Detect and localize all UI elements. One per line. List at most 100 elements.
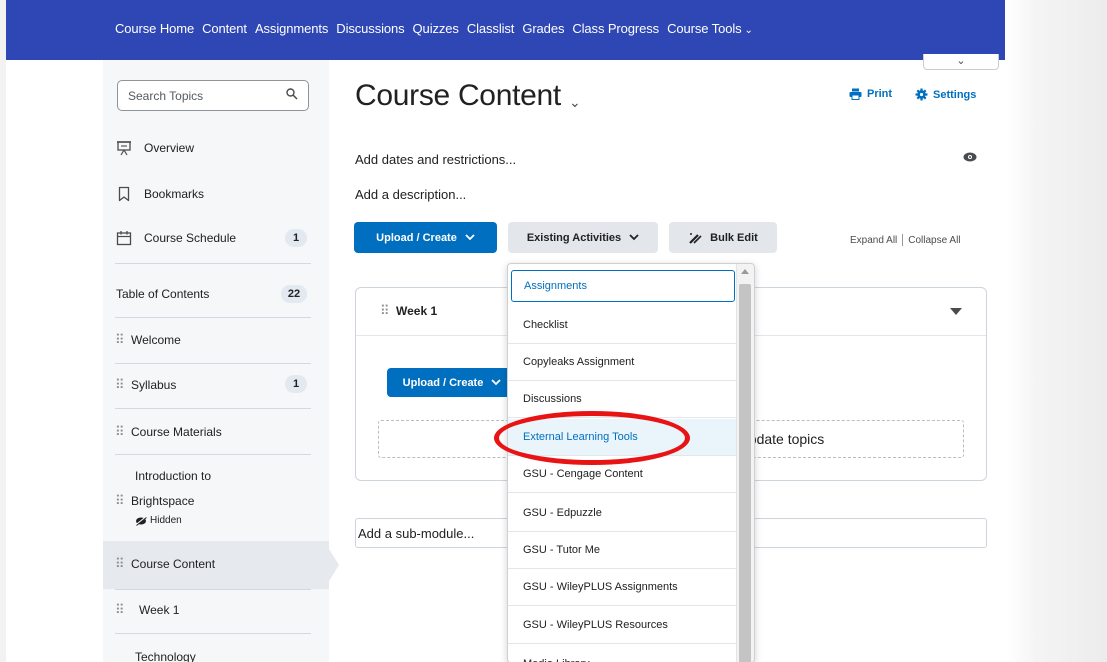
content-sidebar: Search Topics Overview Bookmarks Course … bbox=[103, 60, 339, 662]
sidebar-overview[interactable]: Overview bbox=[116, 140, 194, 156]
week-upload-create-button[interactable]: Upload / Create bbox=[387, 368, 517, 397]
toc-module-intro-line1[interactable]: Introduction to bbox=[135, 469, 211, 483]
divider bbox=[115, 454, 311, 455]
menu-item-media-library[interactable]: Media Library bbox=[508, 646, 736, 662]
toc-module-technology[interactable]: Technology bbox=[135, 650, 196, 662]
toc-count-badge: 22 bbox=[281, 285, 307, 303]
toc-module-syllabus[interactable]: ⠿ Syllabus bbox=[115, 377, 176, 393]
divider bbox=[902, 234, 904, 246]
nav-content[interactable]: Content bbox=[202, 21, 247, 36]
collapse-icon[interactable] bbox=[950, 308, 962, 315]
menu-item-copyleaks-assignment[interactable]: Copyleaks Assignment bbox=[508, 344, 736, 381]
menu-item-checklist[interactable]: Checklist bbox=[508, 307, 736, 344]
toc-module-label: Week 1 bbox=[139, 603, 180, 617]
drag-handle-icon[interactable]: ⠿ bbox=[115, 377, 125, 393]
nav-grades[interactable]: Grades bbox=[522, 21, 564, 36]
existing-activities-menu: Assignments Checklist Copyleaks Assignme… bbox=[507, 263, 755, 662]
menu-scrollbar[interactable] bbox=[736, 264, 754, 662]
window-edge-left bbox=[0, 0, 6, 662]
pencil-icon bbox=[689, 232, 702, 244]
menu-item-discussions[interactable]: Discussions bbox=[508, 381, 736, 418]
printer-icon bbox=[849, 88, 862, 100]
drag-handle-icon[interactable]: ⠿ bbox=[115, 332, 125, 348]
window-edge bbox=[1007, 0, 1107, 662]
expand-collapse-links: Expand All Collapse All bbox=[850, 234, 961, 246]
add-sub-module-placeholder: Add a sub-module... bbox=[358, 526, 475, 541]
menu-item-gsu-wileyplus-resources[interactable]: GSU - WileyPLUS Resources bbox=[508, 607, 736, 644]
table-of-contents-label[interactable]: Table of Contents bbox=[116, 287, 209, 301]
toc-module-course-content[interactable]: ⠿ Course Content bbox=[115, 556, 215, 572]
settings-button[interactable]: Settings bbox=[915, 88, 976, 101]
existing-activities-button[interactable]: Existing Activities bbox=[508, 222, 658, 253]
sidebar-bookmarks-label: Bookmarks bbox=[144, 187, 205, 201]
toc-module-week-1[interactable]: ⠿ Week 1 bbox=[115, 602, 179, 618]
toc-module-label: Course Content bbox=[131, 557, 216, 571]
sidebar-bookmarks[interactable]: Bookmarks bbox=[116, 186, 204, 202]
add-description-link[interactable]: Add a description... bbox=[355, 187, 466, 202]
bulk-edit-label: Bulk Edit bbox=[710, 231, 758, 244]
toc-module-course-materials[interactable]: ⠿ Course Materials bbox=[115, 424, 222, 440]
sidebar-overview-label: Overview bbox=[144, 141, 195, 155]
upload-create-label: Upload / Create bbox=[376, 231, 457, 244]
nav-classlist[interactable]: Classlist bbox=[467, 21, 515, 36]
menu-item-assignments[interactable]: Assignments bbox=[511, 270, 735, 302]
drag-handle-icon[interactable]: ⠿ bbox=[115, 493, 125, 509]
search-topics-input[interactable]: Search Topics bbox=[117, 80, 309, 111]
collapse-all-link[interactable]: Collapse All bbox=[908, 235, 960, 246]
chevron-down-icon bbox=[629, 234, 639, 241]
upload-create-label: Upload / Create bbox=[402, 376, 484, 389]
print-button[interactable]: Print bbox=[849, 88, 892, 100]
add-dates-restrictions-link[interactable]: Add dates and restrictions... bbox=[355, 152, 516, 167]
bookmark-icon bbox=[118, 186, 130, 202]
chevron-down-icon bbox=[491, 379, 501, 386]
bulk-edit-button[interactable]: Bulk Edit bbox=[669, 222, 777, 253]
scroll-up-icon[interactable] bbox=[741, 269, 749, 274]
drag-handle-icon[interactable]: ⠿ bbox=[115, 556, 125, 572]
menu-item-gsu-wileyplus-assignments[interactable]: GSU - WileyPLUS Assignments bbox=[508, 569, 736, 606]
presentation-icon bbox=[117, 141, 131, 156]
menu-scrollbar-thumb[interactable] bbox=[739, 284, 751, 662]
chevron-down-icon: ⌄ bbox=[744, 25, 753, 36]
eye-slash-icon bbox=[135, 515, 147, 526]
toc-module-label: Syllabus bbox=[131, 378, 177, 392]
toc-module-label: Brightspace bbox=[131, 494, 195, 508]
chevron-down-icon[interactable]: ⌄ bbox=[569, 94, 581, 111]
print-label: Print bbox=[867, 88, 893, 100]
nav-assignments[interactable]: Assignments bbox=[255, 21, 328, 36]
divider bbox=[115, 317, 311, 318]
nav-course-tools-label: Course Tools bbox=[667, 21, 742, 36]
course-nav-items: Course Home Content Assignments Discussi… bbox=[115, 21, 753, 36]
drag-handle-icon[interactable]: ⠿ bbox=[115, 424, 125, 440]
toc-module-welcome[interactable]: ⠿ Welcome bbox=[115, 332, 181, 348]
nav-course-tools[interactable]: Course Tools ⌄ bbox=[667, 21, 753, 36]
eye-icon[interactable] bbox=[963, 152, 977, 162]
divider bbox=[115, 589, 311, 590]
nav-course-home[interactable]: Course Home bbox=[115, 21, 194, 36]
nav-discussions[interactable]: Discussions bbox=[336, 21, 404, 36]
menu-item-gsu-cengage-content[interactable]: GSU - Cengage Content bbox=[508, 456, 736, 493]
sidebar-course-schedule-label: Course Schedule bbox=[144, 231, 237, 245]
nav-quizzes[interactable]: Quizzes bbox=[413, 21, 459, 36]
menu-item-external-learning-tools[interactable]: External Learning Tools bbox=[508, 419, 736, 456]
drag-handle-icon[interactable]: ⠿ bbox=[380, 303, 389, 319]
menu-item-gsu-edpuzzle[interactable]: GSU - Edpuzzle bbox=[508, 495, 736, 532]
toc-module-label: Welcome bbox=[131, 333, 181, 347]
menu-item-gsu-tutor-me[interactable]: GSU - Tutor Me bbox=[508, 532, 736, 569]
existing-activities-label: Existing Activities bbox=[526, 231, 622, 244]
week-1-title: Week 1 bbox=[396, 304, 438, 318]
course-navbar: Course Home Content Assignments Discussi… bbox=[0, 0, 1005, 60]
nav-class-progress[interactable]: Class Progress bbox=[572, 21, 659, 36]
drag-handle-icon[interactable]: ⠿ bbox=[115, 602, 125, 618]
browser-window: Course Home Content Assignments Discussi… bbox=[0, 0, 1107, 662]
expand-all-link[interactable]: Expand All bbox=[850, 235, 897, 246]
toc-module-intro-brightspace[interactable]: ⠿ Brightspace bbox=[115, 493, 194, 509]
search-icon[interactable] bbox=[286, 88, 298, 100]
upload-create-button[interactable]: Upload / Create bbox=[354, 222, 497, 253]
calendar-icon bbox=[116, 231, 132, 246]
gear-icon bbox=[915, 88, 928, 101]
top-dropdown-toggle[interactable]: ⌄ bbox=[923, 54, 999, 70]
divider bbox=[115, 408, 311, 409]
chevron-down-icon bbox=[465, 234, 475, 241]
hidden-label: Hidden bbox=[150, 515, 182, 526]
toc-module-label: Course Materials bbox=[131, 425, 222, 439]
